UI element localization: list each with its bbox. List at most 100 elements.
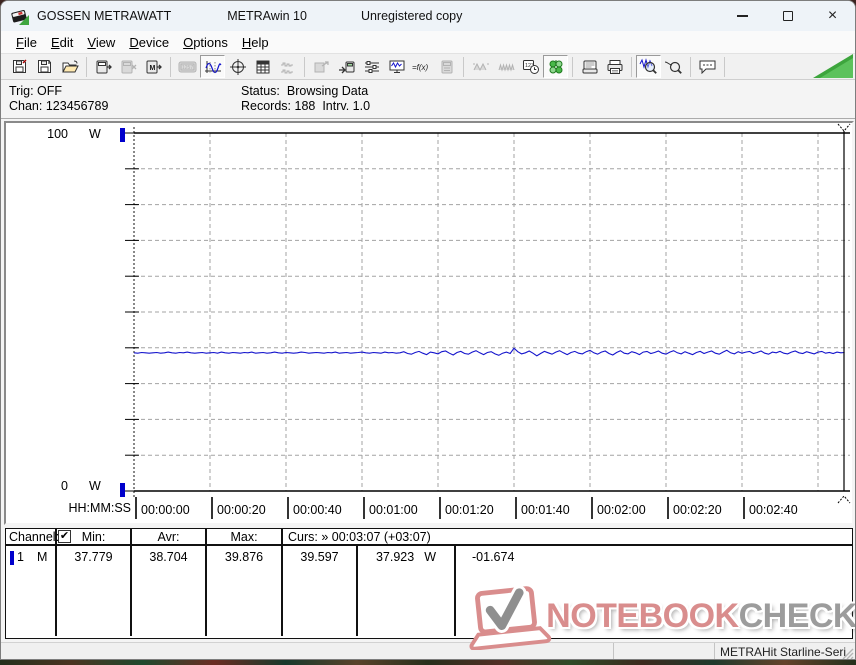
status-panel: Trig: OFF Chan: 123456789 Status: Browsi… — [1, 81, 855, 119]
x-axis-format-label: HH:MM:SS — [68, 501, 132, 515]
close-button[interactable]: × — [810, 1, 855, 31]
window-title-app: GOSSEN METRAWATT — [37, 9, 172, 23]
zoom-waveform-icon[interactable] — [636, 55, 661, 78]
app-window: GOSSEN METRAWATT METRAwin 10 Unregistere… — [0, 0, 856, 660]
header-max: Max: — [207, 529, 283, 544]
device-clear-icon[interactable] — [116, 55, 141, 78]
toolbar-separator — [631, 56, 632, 77]
cursor-table: Channel: ✔ Min: Avr: Max: Curs: » 00:03:… — [5, 528, 853, 639]
lcd-display-icon[interactable]: 1257 — [175, 55, 200, 78]
toolbar-separator — [463, 56, 464, 77]
y-range-marker-bottom — [120, 483, 125, 497]
channel-mode: M — [36, 550, 48, 564]
channel-settings-icon[interactable] — [359, 55, 384, 78]
records-label: Records: — [241, 99, 292, 113]
header-channel: Channel: — [6, 529, 59, 544]
interval-value: 1.0 — [352, 99, 371, 113]
power-chart[interactable]: 00:00:00 00:00:20 00:00:40 00:01:00 00:01:20… — [6, 123, 852, 523]
menu-bar: File Edit View Device Options Help — [1, 31, 855, 53]
wave-single-icon[interactable] — [468, 55, 493, 78]
menu-file[interactable]: File — [9, 33, 44, 52]
data-line — [133, 347, 845, 357]
x-tick-label: 00:01:40 — [521, 503, 570, 517]
svg-text:=f(x): =f(x) — [412, 63, 429, 72]
open-folder-icon[interactable] — [57, 55, 82, 78]
view-table-icon[interactable] — [250, 55, 275, 78]
header-cursor: Curs: » 00:03:07 (+03:07) — [288, 530, 431, 544]
cell-min: 37.779 — [57, 546, 132, 636]
window-title-note: Unregistered copy — [360, 9, 463, 23]
svg-text:M: M — [149, 65, 155, 72]
export-icon[interactable] — [309, 55, 334, 78]
view-scope-icon[interactable] — [225, 55, 250, 78]
wave-dense-icon[interactable] — [493, 55, 518, 78]
cursor-table-header: Channel: ✔ Min: Avr: Max: Curs: » 00:03:… — [6, 529, 852, 546]
cursor-b-value: 37.923 — [375, 550, 415, 564]
x-tick-label: 00:01:00 — [369, 503, 418, 517]
device-config-icon[interactable] — [434, 55, 459, 78]
statusbar-section-2 — [613, 643, 714, 659]
x-tick-label: 00:01:20 — [445, 503, 494, 517]
menu-edit[interactable]: Edit — [44, 33, 80, 52]
trig-value: OFF — [37, 84, 63, 98]
statusbar-section-1 — [1, 643, 613, 659]
menu-view[interactable]: View — [80, 33, 122, 52]
print-icon[interactable] — [602, 55, 627, 78]
toolbar: M 1257 =f(x) 123 — [1, 53, 855, 80]
view-histogram-icon[interactable] — [275, 55, 300, 78]
minimize-icon — [737, 15, 748, 17]
desktop-wallpaper-strip — [0, 660, 856, 665]
cell-channel: 1 M — [6, 546, 57, 636]
device-timer-icon[interactable]: 123 — [518, 55, 543, 78]
toolbar-separator — [170, 56, 171, 77]
y-axis-unit-top: W — [89, 127, 101, 141]
resize-grip[interactable] — [841, 647, 854, 660]
header-min-label: Min: — [81, 530, 106, 544]
view-line-chart-icon[interactable] — [200, 55, 225, 78]
comment-icon[interactable] — [695, 55, 720, 78]
print-preview-icon[interactable] — [577, 55, 602, 78]
chan-value: 123456789 — [45, 99, 109, 113]
x-tick-label: 00:02:20 — [673, 503, 722, 517]
resize-corner-triangle — [813, 54, 853, 78]
cell-cursor-b: 37.923 W — [358, 546, 456, 636]
menu-device[interactable]: Device — [122, 33, 176, 52]
records-value: 188 — [294, 99, 316, 113]
menu-help[interactable]: Help — [235, 33, 276, 52]
zoom-curve-icon[interactable] — [661, 55, 686, 78]
cursor-marker-bottom — [837, 495, 851, 504]
cursor-b-unit: W — [424, 550, 437, 564]
device-memory-icon[interactable]: M — [141, 55, 166, 78]
chart-panel[interactable]: 00:00:00 00:00:20 00:00:40 00:01:00 00:01:20… — [4, 121, 854, 525]
svg-text:1257: 1257 — [182, 65, 193, 71]
toolbar-separator — [724, 56, 725, 77]
save-icon[interactable] — [7, 55, 32, 78]
channel-color-marker — [10, 551, 14, 565]
toolbar-separator — [304, 56, 305, 77]
save-as-icon[interactable] — [32, 55, 57, 78]
window-title-product: METRAwin 10 — [227, 9, 307, 23]
header-avr: Avr: — [132, 529, 207, 544]
toolbar-separator — [572, 56, 573, 77]
formula-icon[interactable]: =f(x) — [409, 55, 434, 78]
x-tick-label: 00:02:40 — [749, 503, 798, 517]
status-label: Status: — [241, 84, 280, 98]
menu-options[interactable]: Options — [176, 33, 235, 52]
y-axis-unit-bottom: W — [89, 479, 101, 493]
maximize-icon — [782, 11, 793, 21]
y-range-marker-top — [120, 128, 125, 142]
cell-avr: 38.704 — [132, 546, 207, 636]
table-row: 1 M 37.779 38.704 39.876 39.597 37.923 W … — [6, 546, 852, 636]
device-read-icon[interactable] — [91, 55, 116, 78]
maximize-button[interactable] — [765, 1, 810, 31]
app-icon — [11, 10, 29, 25]
device-transfer-icon[interactable] — [334, 55, 359, 78]
y-axis-min-label: 0 — [61, 479, 68, 493]
cell-cursor-a: 39.597 — [283, 546, 358, 636]
close-icon: × — [827, 7, 838, 24]
cell-delta: -01.674 — [472, 550, 515, 564]
monitor-waveform-icon[interactable] — [384, 55, 409, 78]
channel-checkbox[interactable]: ✔ — [58, 530, 71, 543]
minimize-button[interactable] — [720, 1, 765, 31]
record-live-icon[interactable] — [543, 55, 568, 78]
